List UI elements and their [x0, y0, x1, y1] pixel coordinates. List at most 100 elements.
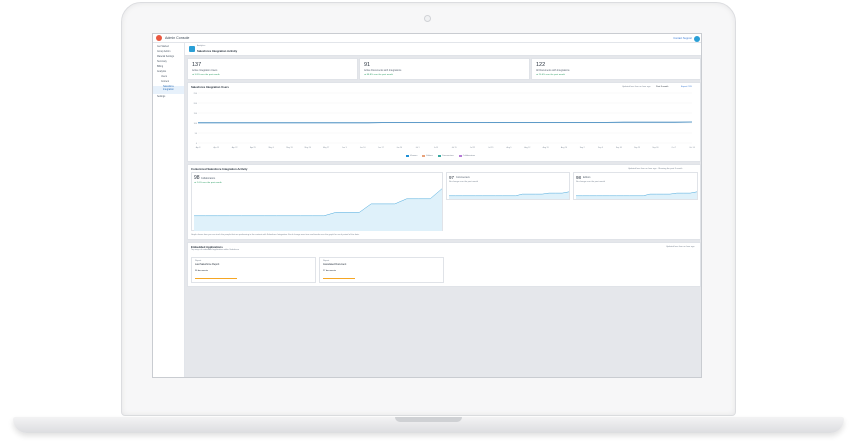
x-tick-label: Jun 3	[342, 147, 347, 149]
legend-swatch	[422, 155, 426, 157]
range-select[interactable]: Past 3 month	[656, 86, 668, 88]
x-tick-label: Jul 29	[488, 147, 493, 149]
sidebar-item-get-started[interactable]: Get Started	[157, 46, 169, 48]
x-tick-label: Apr 8	[196, 146, 201, 149]
x-tick-label: Sep 23	[634, 147, 640, 149]
stat-card: 137 Active Integration Users ▲ 5.8% over…	[187, 58, 358, 80]
stat-value: 91	[364, 62, 371, 68]
x-tick-label: May 27	[323, 147, 329, 149]
sidebar-item-summary[interactable]: Summary	[157, 61, 167, 63]
embedded-updated: Updated less than an hour ago	[666, 245, 695, 248]
top-bar: Admin Console Contact Support	[153, 34, 701, 43]
area-fill	[194, 188, 442, 231]
stat-label: All Documents with Integrations	[536, 69, 570, 72]
x-tick-label: Apr 29	[250, 146, 256, 149]
x-tick-label: Aug 19	[543, 146, 549, 149]
stat-change: ▲ 5.8% over the past month	[192, 74, 220, 76]
sidebar-item-billing[interactable]: Billing	[157, 66, 163, 68]
page-title: Salesforce Integration Activity	[197, 48, 238, 53]
legend-swatch	[406, 155, 409, 157]
x-tick-label: Sep 30	[652, 147, 658, 149]
app-title: Admin Console	[165, 36, 190, 40]
page-header: Analytics Salesforce Integration Activit…	[185, 43, 701, 56]
legend-item[interactable]: Commenters	[437, 155, 454, 157]
embedded-app-card[interactable]: Report Associated Document 27 documents	[319, 257, 444, 283]
commenters-value: 97	[449, 175, 455, 180]
collaborators-label: Collaborators	[201, 176, 216, 180]
sidebar-item-users[interactable]: Users	[161, 76, 167, 78]
laptop-notch	[395, 417, 462, 422]
collaborators-value: 98	[194, 175, 200, 181]
x-tick-label: Apr 22	[232, 146, 238, 149]
commenters-label: Commenters	[456, 176, 470, 179]
embedded-tag: Report	[323, 260, 330, 262]
collab-note: Graph shows how you can track the people…	[191, 234, 360, 236]
x-tick-label: May 13	[286, 147, 292, 149]
avatar[interactable]	[694, 35, 700, 42]
legend-item[interactable]: Collaborators	[458, 155, 476, 157]
x-tick-label: Sep 9	[598, 147, 603, 149]
collaborators-area-chart	[194, 188, 442, 231]
sidebar-item-settings[interactable]: Settings	[157, 96, 165, 98]
x-tick-label: Jul 15	[452, 147, 457, 149]
sidebar-item-analytics[interactable]: Analytics	[157, 71, 166, 73]
series-line-viewers	[198, 121, 693, 124]
x-tick-label: Oct 7	[671, 146, 676, 149]
embedded-title: Last Salesforce Report	[195, 263, 220, 266]
editors-label: Editors	[583, 176, 591, 179]
x-tick-label: Jul 8	[434, 147, 438, 149]
x-tick-label: Jul 1	[416, 147, 420, 149]
stat-change: ▲ 20.6% over the past month	[536, 74, 565, 76]
y-tick-label: 200	[194, 103, 198, 105]
sidebar-item-group-admin[interactable]: Group Admin	[157, 51, 170, 53]
x-tick-label: Sep 16	[616, 147, 622, 149]
embedded-sub: Top ways of embedded application within …	[191, 249, 240, 251]
chart-legend: Viewers Editors Commenters Collaborators	[406, 155, 475, 157]
stat-label: Active Integration Users	[192, 69, 218, 72]
legend-label: Commenters	[441, 155, 454, 157]
x-tick-label: Jun 10	[360, 147, 366, 149]
x-tick-label: Jun 24	[396, 147, 402, 149]
stat-change: ▲ 88.8% over the past month	[364, 74, 393, 76]
sidebar-item-content[interactable]: Content	[161, 81, 169, 83]
x-tick-label: Apr 15	[214, 146, 220, 149]
breadcrumb[interactable]: Analytics	[197, 45, 205, 47]
stat-card: 91 Active Documents with Integrations ▲ …	[359, 58, 530, 80]
embedded-card: Embedded Applications Top ways of embedd…	[187, 242, 701, 287]
x-tick-label: Oct 14	[689, 146, 695, 149]
x-tick-label: Aug 26	[561, 146, 567, 149]
webcam	[424, 15, 431, 22]
commenters-change: No change over the past month	[449, 181, 478, 183]
users-line-chart: 0 50 100 150 200 250 Apr 8 Apr 15 Apr 22 Apr 29 Ma…	[194, 92, 695, 149]
collaborators-panel: 98 Collaborators ▲ 2.6% over the past mo…	[191, 172, 443, 231]
embedded-title: Associated Document	[323, 263, 347, 266]
commenters-area-chart	[449, 191, 569, 199]
embedded-tag: Report	[195, 260, 202, 262]
editors-value: 98	[576, 175, 582, 180]
embedded-progress-bar	[323, 278, 356, 279]
editors-area-chart	[576, 191, 697, 199]
embedded-progress-bar	[195, 278, 237, 279]
x-tick-label: Jul 22	[470, 147, 475, 149]
legend-item[interactable]: Editors	[422, 155, 433, 157]
collaborators-change: ▲ 2.6% over the past month	[194, 182, 222, 184]
export-csv-link[interactable]: Export CSV	[681, 86, 692, 88]
legend-item[interactable]: Viewers	[406, 155, 417, 157]
collab-updated: Updated less than an hour ago · Showing …	[628, 167, 683, 170]
embedded-count: 36 documents	[195, 270, 209, 272]
salesforce-icon	[189, 46, 195, 52]
app-logo-icon[interactable]	[156, 35, 162, 41]
x-tick-label: May 20	[305, 147, 311, 149]
users-chart-heading: Salesforce Integration Users	[191, 85, 229, 89]
stat-value: 122	[536, 62, 546, 68]
screen: Admin Console Contact Support Get Starte…	[152, 33, 702, 378]
sidebar-item-material-settings[interactable]: Material Settings	[157, 56, 174, 58]
sidebar-item-salesforce-integration[interactable]: Salesforce Integration	[153, 86, 184, 94]
y-tick-label: 150	[194, 113, 198, 115]
x-tick-label: Aug 5	[507, 146, 512, 149]
users-chart-updated: Updated less than an hour ago	[622, 85, 651, 88]
embedded-app-card[interactable]: Report Last Salesforce Report 36 documen…	[191, 257, 316, 283]
x-tick-label: Jun 17	[378, 147, 384, 149]
contact-support-link[interactable]: Contact Support	[673, 37, 692, 40]
legend-label: Collaborators	[462, 155, 476, 157]
